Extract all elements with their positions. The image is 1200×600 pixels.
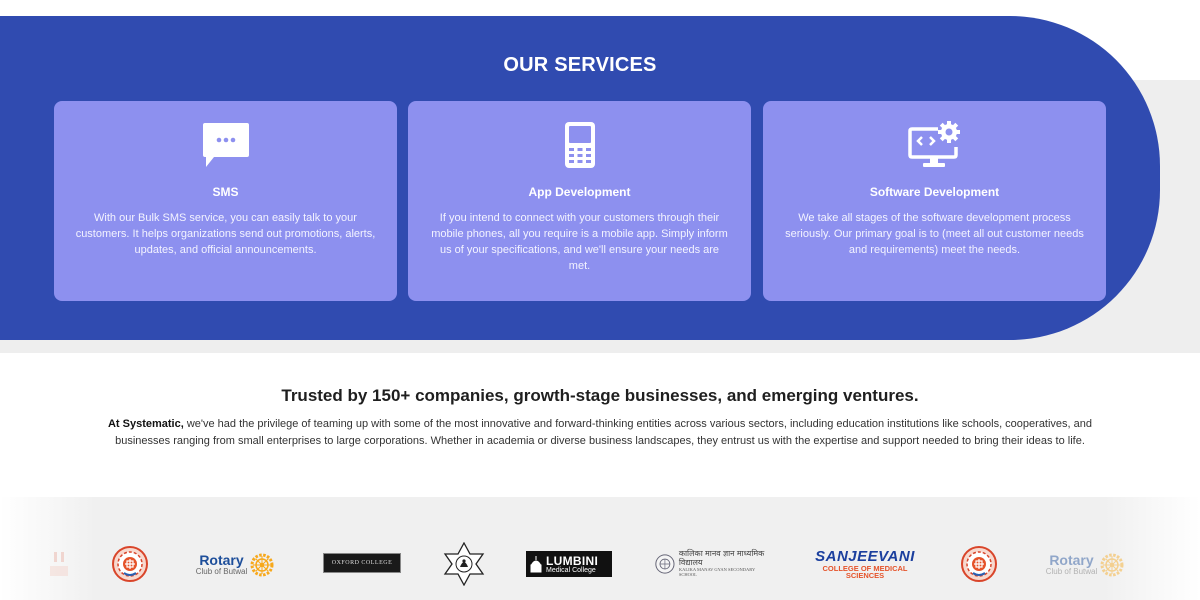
rotary-wheel-icon bbox=[1100, 553, 1124, 577]
monitor-gear-icon bbox=[763, 121, 1106, 169]
service-card-description: We take all stages of the software devel… bbox=[785, 212, 1084, 256]
client-logo-partial bbox=[50, 550, 68, 578]
rotary-name: Rotary bbox=[1049, 552, 1094, 568]
rotary-subtitle: Club of Butwal bbox=[1045, 567, 1098, 576]
service-card-description: With our Bulk SMS service, you can easil… bbox=[75, 212, 376, 256]
client-logo-kalika-school: कालिका मानव ज्ञान माध्यमिक विद्यालय KALI… bbox=[655, 549, 771, 579]
client-logo-rotary: Rotary Club of Butwal bbox=[1040, 549, 1130, 581]
client-logo-sanjeevani: SANJEEVANI COLLEGE OF MEDICAL SCIENCES bbox=[810, 547, 920, 580]
services-section: OUR SERVICES SMS With our Bulk SMS servi… bbox=[0, 16, 1160, 340]
rotary-name: Rotary bbox=[199, 552, 244, 568]
client-logo-rotary: Rotary Club of Butwal bbox=[190, 549, 280, 581]
sanjeevani-subtitle: COLLEGE OF MEDICAL SCIENCES bbox=[822, 563, 908, 580]
school-crest-icon bbox=[655, 554, 675, 574]
client-logo-emblem bbox=[112, 546, 148, 582]
sms-chat-icon bbox=[54, 121, 397, 169]
client-logo-lumbini: LUMBINI Medical College bbox=[526, 551, 612, 577]
sanjeevani-name: SANJEEVANI bbox=[815, 547, 915, 565]
rotary-wheel-icon bbox=[250, 553, 274, 577]
lumbini-name: LUMBINI bbox=[546, 553, 599, 568]
service-card-software-development[interactable]: Software Development We take all stages … bbox=[763, 101, 1106, 301]
trusted-description: At Systematic, we've had the privilege o… bbox=[100, 416, 1100, 449]
service-card-description: If you intend to connect with your custo… bbox=[431, 212, 728, 272]
service-card-sms[interactable]: SMS With our Bulk SMS service, you can e… bbox=[54, 101, 397, 301]
client-logo-emblem bbox=[961, 546, 997, 582]
services-title: OUR SERVICES bbox=[503, 54, 657, 76]
mobile-phone-icon bbox=[408, 121, 751, 169]
rotary-subtitle: Club of Butwal bbox=[195, 567, 248, 576]
service-card-title: Software Development bbox=[869, 185, 1000, 199]
school-name-nepali: कालिका मानव ज्ञान माध्यमिक विद्यालय bbox=[678, 549, 765, 568]
school-name-english: KALIKA MANAV GYAN SECONDARY SCHOOL bbox=[678, 566, 756, 577]
client-logo-carousel[interactable]: Rotary Club of Butwal OXFORD COLLEGE LUM… bbox=[0, 497, 1200, 600]
company-name: At Systematic, bbox=[107, 418, 184, 430]
service-card-app-development[interactable]: App Development If you intend to connect… bbox=[408, 101, 751, 301]
lumbini-stupa-icon bbox=[530, 556, 542, 573]
lumbini-subtitle: Medical College bbox=[546, 566, 596, 574]
trusted-heading: Trusted by 150+ companies, growth-stage … bbox=[281, 386, 919, 405]
client-logo-star-emblem bbox=[443, 542, 485, 586]
oxford-name: OXFORD COLLEGE bbox=[331, 560, 393, 566]
client-logo-oxford-college: OXFORD COLLEGE bbox=[323, 553, 401, 573]
service-card-title: SMS bbox=[212, 185, 239, 199]
trusted-body: we've had the privilege of teaming up wi… bbox=[115, 418, 1093, 447]
service-card-title: App Development bbox=[528, 185, 631, 199]
